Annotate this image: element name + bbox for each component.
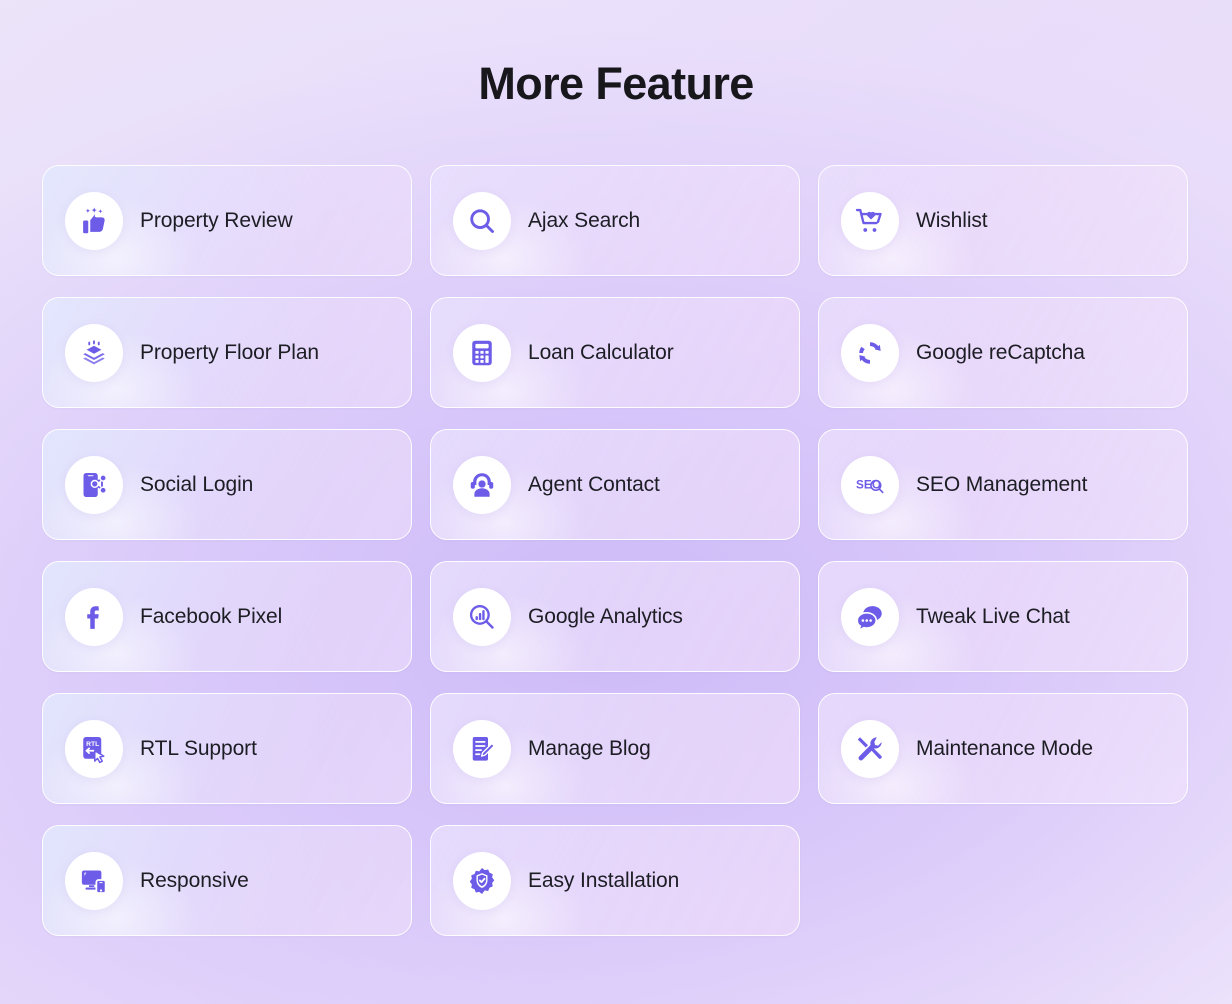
feature-label: Agent Contact [528,472,660,496]
layers-stack-icon [65,323,123,382]
feature-card-google-recaptcha[interactable]: Google reCaptcha [818,297,1188,408]
feature-card-facebook-pixel[interactable]: Facebook Pixel [42,561,412,672]
feature-card-ajax-search[interactable]: Ajax Search [430,165,800,276]
page-title: More Feature [478,58,754,109]
feature-card-tweak-live-chat[interactable]: Tweak Live Chat [818,561,1188,672]
feature-label: Facebook Pixel [140,604,283,628]
feature-label: Ajax Search [528,208,641,232]
feature-card-google-analytics[interactable]: Google Analytics [430,561,800,672]
feature-card-maintenance-mode[interactable]: Maintenance Mode [818,693,1188,804]
feature-label: Property Floor Plan [140,340,320,364]
feature-grid: Property Review Ajax Search Wishlist Pro… [42,165,1188,936]
document-pencil-icon [453,719,511,778]
magnifier-icon [453,191,511,250]
feature-card-easy-installation[interactable]: Easy Installation [430,825,800,936]
feature-card-property-floor-plan[interactable]: Property Floor Plan [42,297,412,408]
feature-label: RTL Support [140,736,257,760]
feature-card-wishlist[interactable]: Wishlist [818,165,1188,276]
social-network-phone-icon [65,455,123,514]
feature-label: SEO Management [916,472,1088,496]
recaptcha-refresh-icon [841,323,899,382]
wrench-screwdriver-icon [841,719,899,778]
facebook-icon [65,587,123,646]
feature-page: More Feature Property Review Ajax Search… [0,0,1232,1004]
headset-agent-icon [453,455,511,514]
chat-bubbles-icon [841,587,899,646]
rtl-icon-text: RTL [86,741,99,748]
feature-label: Manage Blog [528,736,651,760]
calculator-icon [453,323,511,382]
feature-label: Loan Calculator [528,340,674,364]
feature-label: Tweak Live Chat [916,604,1070,628]
rtl-cursor-icon: RTL [65,719,123,778]
feature-label: Google reCaptcha [916,340,1085,364]
feature-card-agent-contact[interactable]: Agent Contact [430,429,800,540]
feature-label: Property Review [140,208,293,232]
feature-card-responsive[interactable]: Responsive [42,825,412,936]
feature-card-rtl-support[interactable]: RTL RTL Support [42,693,412,804]
feature-label: Social Login [140,472,254,496]
feature-card-property-review[interactable]: Property Review [42,165,412,276]
cart-heart-icon [841,191,899,250]
feature-label: Easy Installation [528,868,680,892]
feature-label: Google Analytics [528,604,683,628]
feature-card-seo-management[interactable]: SEO SEO Management [818,429,1188,540]
page-title-wrap: More Feature [0,58,1232,110]
feature-label: Maintenance Mode [916,736,1094,760]
monitor-phone-icon [65,851,123,910]
analytics-magnifier-icon [453,587,511,646]
seo-magnifier-icon: SEO [841,455,899,514]
feature-card-social-login[interactable]: Social Login [42,429,412,540]
gear-check-icon [453,851,511,910]
thumbs-up-stars-icon [65,191,123,250]
feature-label: Responsive [140,868,249,892]
feature-card-loan-calculator[interactable]: Loan Calculator [430,297,800,408]
feature-label: Wishlist [916,208,988,232]
feature-card-manage-blog[interactable]: Manage Blog [430,693,800,804]
